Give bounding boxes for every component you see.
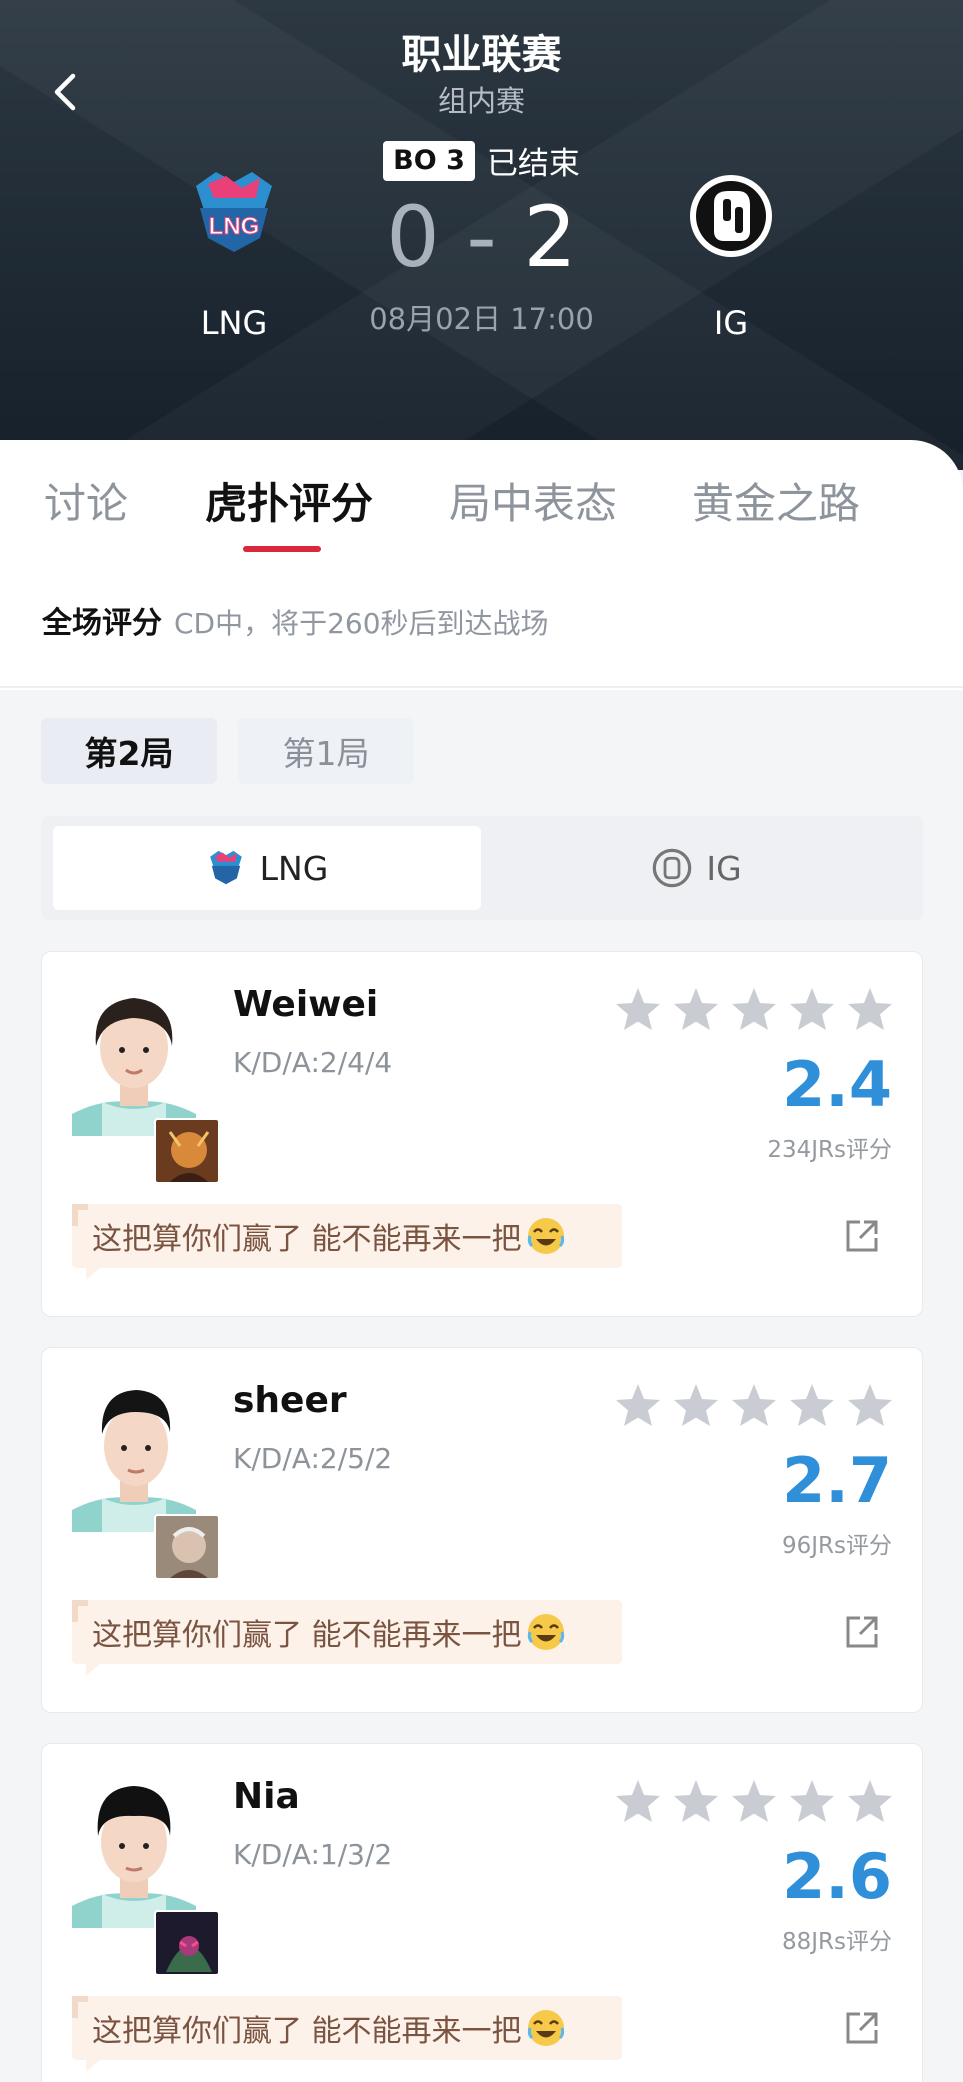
team-switch-ig-label: IG xyxy=(706,848,742,888)
player-name: sheer xyxy=(233,1380,347,1421)
star-icon[interactable] xyxy=(788,1382,836,1428)
comment-tail xyxy=(86,1664,100,1676)
star-icon[interactable] xyxy=(730,1382,778,1428)
tab-discussion[interactable]: 讨论 xyxy=(44,470,128,531)
champion-icon xyxy=(154,1514,220,1580)
laughing-crying-emoji xyxy=(527,2010,564,2046)
player-rating: 2.7 xyxy=(782,1444,892,1517)
star-icon[interactable] xyxy=(730,1778,778,1824)
score-separator: - xyxy=(439,188,524,286)
rating-vote-count: 88JRs评分 xyxy=(781,1929,892,1955)
star-icon[interactable] xyxy=(846,1382,894,1428)
game-tab-1[interactable]: 第1局 xyxy=(238,718,414,784)
champion-icon xyxy=(154,1118,220,1184)
team-switch-lng-label: LNG xyxy=(259,848,329,888)
player-avatar xyxy=(72,1378,196,1532)
player-card[interactable]: Weiwei K/D/A:2/4/4 2.4 234JRs评分 这把算你们赢了 … xyxy=(41,951,923,1317)
match-score: 0 - 2 xyxy=(0,188,963,286)
top-comment[interactable]: 这把算你们赢了 能不能再来一把 xyxy=(72,1996,622,2072)
comment-text: 这把算你们赢了 能不能再来一把 xyxy=(92,1222,522,1257)
comment-text: 这把算你们赢了 能不能再来一把 xyxy=(92,1618,522,1653)
tab-hupu-rating[interactable]: 虎扑评分 xyxy=(205,470,373,531)
lng-logo xyxy=(209,850,242,885)
comment-tail xyxy=(86,2060,100,2072)
league-title: 职业联赛 xyxy=(401,32,562,78)
team-switch-lng[interactable]: LNG xyxy=(53,826,481,910)
star-icon[interactable] xyxy=(846,986,894,1032)
game-tab-2[interactable]: 第2局 xyxy=(41,718,217,784)
team-switch-ig[interactable]: IG xyxy=(483,826,911,910)
share-icon[interactable] xyxy=(844,2010,880,2046)
rating-stars[interactable] xyxy=(614,986,894,1032)
share-icon[interactable] xyxy=(844,1614,880,1650)
match-status-row: BO 3 已结束 xyxy=(0,138,963,183)
laughing-crying-emoji xyxy=(527,1614,564,1650)
star-icon[interactable] xyxy=(672,986,720,1032)
active-tab-indicator xyxy=(243,546,321,552)
overall-rating-message: CD中，将于260秒后到达战场 xyxy=(174,607,549,640)
match-header: 职业联赛 组内赛 BO 3 已结束 0 - 2 08月02日 17:00 LNG… xyxy=(0,0,963,470)
team-right-name: IG xyxy=(713,304,749,342)
star-icon[interactable] xyxy=(788,1778,836,1824)
star-icon[interactable] xyxy=(614,1778,662,1824)
player-kda: K/D/A:1/3/2 xyxy=(233,1838,393,1871)
top-comment[interactable]: 这把算你们赢了 能不能再来一把 xyxy=(72,1600,622,1676)
player-kda: K/D/A:2/5/2 xyxy=(233,1442,393,1475)
league-subtitle: 组内赛 xyxy=(437,84,525,118)
star-icon[interactable] xyxy=(614,986,662,1032)
comment-tail xyxy=(86,1268,100,1280)
overall-rating-label: 全场评分 xyxy=(42,606,162,641)
rating-stars[interactable] xyxy=(614,1778,894,1824)
champion-icon xyxy=(154,1910,220,1976)
player-avatar xyxy=(72,982,196,1136)
star-icon[interactable] xyxy=(672,1778,720,1824)
player-name: Weiwei xyxy=(233,984,379,1025)
quote-mark xyxy=(72,1996,88,2018)
player-card[interactable]: Nia K/D/A:1/3/2 2.6 88JRs评分 这把算你们赢了 能不能再… xyxy=(41,1743,923,2082)
star-icon[interactable] xyxy=(788,986,836,1032)
player-kda: K/D/A:2/4/4 xyxy=(233,1046,393,1079)
overall-rating-notice: 全场评分 CD中，将于260秒后到达战场 xyxy=(42,598,549,642)
tab-golden-road[interactable]: 黄金之路 xyxy=(692,470,860,531)
rating-vote-count: 234JRs评分 xyxy=(767,1137,892,1163)
comment-text: 这把算你们赢了 能不能再来一把 xyxy=(92,2014,522,2049)
star-icon[interactable] xyxy=(614,1382,662,1428)
ig-logo[interactable] xyxy=(688,173,774,259)
star-icon[interactable] xyxy=(846,1778,894,1824)
player-rating: 2.6 xyxy=(782,1840,892,1913)
tab-in-game-stance[interactable]: 局中表态 xyxy=(449,470,617,531)
tab-bar: 讨论 虎扑评分 局中表态 黄金之路 xyxy=(0,470,963,540)
team-left-name: LNG xyxy=(200,304,268,342)
player-name: Nia xyxy=(233,1776,300,1817)
ig-logo xyxy=(653,848,692,888)
player-rating: 2.4 xyxy=(782,1048,892,1121)
rating-stars[interactable] xyxy=(614,1382,894,1428)
quote-mark xyxy=(72,1204,88,1226)
quote-mark xyxy=(72,1600,88,1622)
player-avatar xyxy=(72,1774,196,1928)
match-status: 已结束 xyxy=(486,146,580,182)
laughing-crying-emoji xyxy=(527,1218,564,1254)
lng-logo[interactable]: LNG xyxy=(186,168,282,258)
player-card[interactable]: sheer K/D/A:2/5/2 2.7 96JRs评分 这把算你们赢了 能不… xyxy=(41,1347,923,1713)
share-icon[interactable] xyxy=(844,1218,880,1254)
score-right: 2 xyxy=(523,188,577,286)
section-divider xyxy=(0,686,963,688)
team-switch: LNG IG xyxy=(41,816,923,920)
svg-text:LNG: LNG xyxy=(209,213,260,240)
rating-vote-count: 96JRs评分 xyxy=(781,1533,892,1559)
star-icon[interactable] xyxy=(730,986,778,1032)
top-comment[interactable]: 这把算你们赢了 能不能再来一把 xyxy=(72,1204,622,1280)
score-left: 0 xyxy=(386,188,440,286)
star-icon[interactable] xyxy=(672,1382,720,1428)
bo-badge: BO 3 xyxy=(383,140,475,181)
